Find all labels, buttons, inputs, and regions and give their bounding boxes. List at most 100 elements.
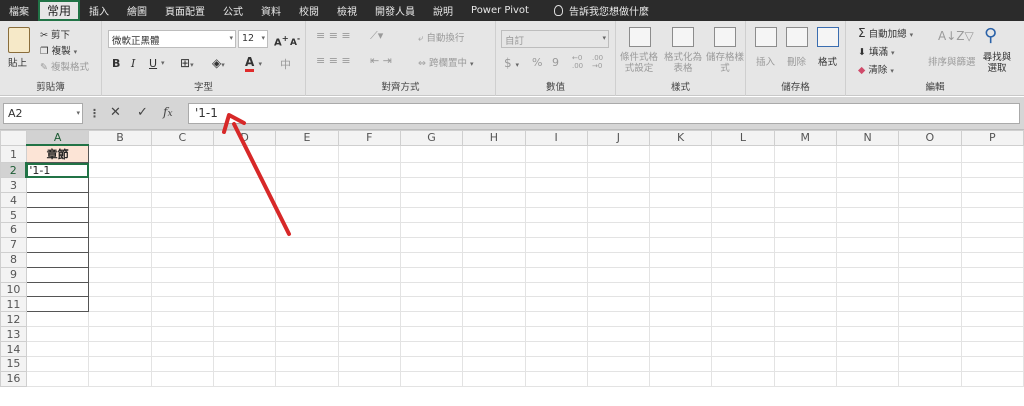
cell-L6[interactable] <box>711 221 775 238</box>
cell-H13[interactable] <box>462 326 526 343</box>
cell-D9[interactable] <box>212 266 277 283</box>
cell-J16[interactable] <box>586 370 651 387</box>
column-header-E[interactable]: E <box>275 130 339 146</box>
cell-E15[interactable] <box>275 355 339 372</box>
cut-button[interactable]: ✂ 剪下 <box>40 27 70 41</box>
cancel-entry-icon[interactable]: ✕ <box>110 105 121 120</box>
cell-K1[interactable] <box>649 144 713 164</box>
font-color-button[interactable]: A ▾ <box>245 55 262 72</box>
cell-A4[interactable] <box>25 192 90 209</box>
cell-D5[interactable] <box>212 207 277 223</box>
cell-L15[interactable] <box>711 355 775 372</box>
cell-N6[interactable] <box>835 221 900 238</box>
cell-I5[interactable] <box>524 207 588 223</box>
more-options-icon[interactable]: ⋮ <box>89 107 100 120</box>
cell-J5[interactable] <box>586 207 651 223</box>
cell-B8[interactable] <box>88 251 152 268</box>
cell-P12[interactable] <box>960 311 1024 328</box>
name-box[interactable]: A2 ▾ <box>3 103 83 124</box>
cell-C3[interactable] <box>150 177 215 194</box>
cell-N4[interactable] <box>835 192 900 209</box>
cell-J6[interactable] <box>586 221 651 238</box>
cell-I3[interactable] <box>524 177 588 194</box>
cell-L10[interactable] <box>711 281 775 298</box>
row-header-3[interactable]: 3 <box>0 177 27 194</box>
cell-I15[interactable] <box>524 355 588 372</box>
cell-I8[interactable] <box>524 251 588 268</box>
cell-D11[interactable] <box>212 296 277 313</box>
cell-P11[interactable] <box>960 296 1024 313</box>
cell-O6[interactable] <box>898 221 962 238</box>
orientation-icon[interactable]: ⟋▾ <box>370 29 383 43</box>
cell-D4[interactable] <box>212 192 277 209</box>
cell-F15[interactable] <box>337 355 401 372</box>
cell-M15[interactable] <box>773 355 837 372</box>
cell-E2[interactable] <box>275 162 339 179</box>
cell-K9[interactable] <box>649 266 713 283</box>
cell-F8[interactable] <box>337 251 401 268</box>
cell-E7[interactable] <box>275 236 339 253</box>
cell-F11[interactable] <box>337 296 401 313</box>
cell-N11[interactable] <box>835 296 900 313</box>
cell-E3[interactable] <box>275 177 339 194</box>
cell-styles-button[interactable]: 儲存格樣式 <box>704 52 746 74</box>
cell-L3[interactable] <box>711 177 775 194</box>
clear-button[interactable]: ◆ 清除 ▾ <box>858 62 894 76</box>
cell-G4[interactable] <box>399 192 464 209</box>
tab-3[interactable]: 繪圖 <box>118 0 156 21</box>
cell-O2[interactable] <box>898 162 962 179</box>
format-painter-button[interactable]: ✎ 複製格式 <box>40 59 89 73</box>
delete-cells-button[interactable]: 刪除 <box>787 54 806 68</box>
cell-G15[interactable] <box>399 355 464 372</box>
cell-N9[interactable] <box>835 266 900 283</box>
cell-F10[interactable] <box>337 281 401 298</box>
cell-C14[interactable] <box>150 341 215 357</box>
cell-H7[interactable] <box>462 236 526 253</box>
bold-button[interactable]: B <box>112 57 120 70</box>
cell-B11[interactable] <box>88 296 152 313</box>
tell-me-search[interactable]: 告訴我您想做什麼 <box>538 0 658 21</box>
cell-N7[interactable] <box>835 236 900 253</box>
cell-D8[interactable] <box>212 251 277 268</box>
borders-button[interactable]: ⊞▾ <box>180 56 194 70</box>
cell-K14[interactable] <box>649 341 713 357</box>
cell-E6[interactable] <box>275 221 339 238</box>
autosum-button[interactable]: Σ 自動加總 ▾ <box>858 26 913 40</box>
cell-P14[interactable] <box>960 341 1024 357</box>
tab-11[interactable]: Power Pivot <box>462 0 538 21</box>
find-select-button[interactable]: 尋找與選取 <box>980 52 1014 74</box>
cell-C15[interactable] <box>150 355 215 372</box>
wrap-text-button[interactable]: ⤶ 自動換行 <box>418 30 464 44</box>
cell-D6[interactable] <box>212 221 277 238</box>
cell-H12[interactable] <box>462 311 526 328</box>
font-name-select[interactable]: 微軟正黑體 ▾ <box>108 30 236 48</box>
cell-F1[interactable] <box>337 144 401 164</box>
cell-D2[interactable] <box>212 162 277 179</box>
cell-D16[interactable] <box>212 370 277 387</box>
spreadsheet-grid[interactable]: A B C D E F G H I J K L M N O P 1 章節 2'1-1 3 4 5 6 7 8 9 10 11 12 13 1… <box>0 130 1024 406</box>
cell-E5[interactable] <box>275 207 339 223</box>
row-header-13[interactable]: 13 <box>0 326 27 343</box>
cell-G1[interactable] <box>399 144 464 164</box>
row-header-12[interactable]: 12 <box>0 311 27 328</box>
cell-B16[interactable] <box>88 370 152 387</box>
shrink-font-button[interactable]: A- <box>290 34 300 48</box>
increase-decimal-icon[interactable]: ←0.00 <box>572 54 583 70</box>
cell-M5[interactable] <box>773 207 837 223</box>
formula-input[interactable]: '1-1 <box>188 103 1020 124</box>
cell-F13[interactable] <box>337 326 401 343</box>
cell-H14[interactable] <box>462 341 526 357</box>
cell-E12[interactable] <box>275 311 339 328</box>
cell-F14[interactable] <box>337 341 401 357</box>
row-header-4[interactable]: 4 <box>0 192 27 209</box>
cell-J15[interactable] <box>586 355 651 372</box>
cell-G5[interactable] <box>399 207 464 223</box>
cell-H3[interactable] <box>462 177 526 194</box>
column-header-K[interactable]: K <box>649 130 713 146</box>
cell-O4[interactable] <box>898 192 962 209</box>
cell-P15[interactable] <box>960 355 1024 372</box>
underline-dropdown[interactable]: ▾ <box>161 57 165 68</box>
cell-C8[interactable] <box>150 251 215 268</box>
cell-L8[interactable] <box>711 251 775 268</box>
cell-K11[interactable] <box>649 296 713 313</box>
